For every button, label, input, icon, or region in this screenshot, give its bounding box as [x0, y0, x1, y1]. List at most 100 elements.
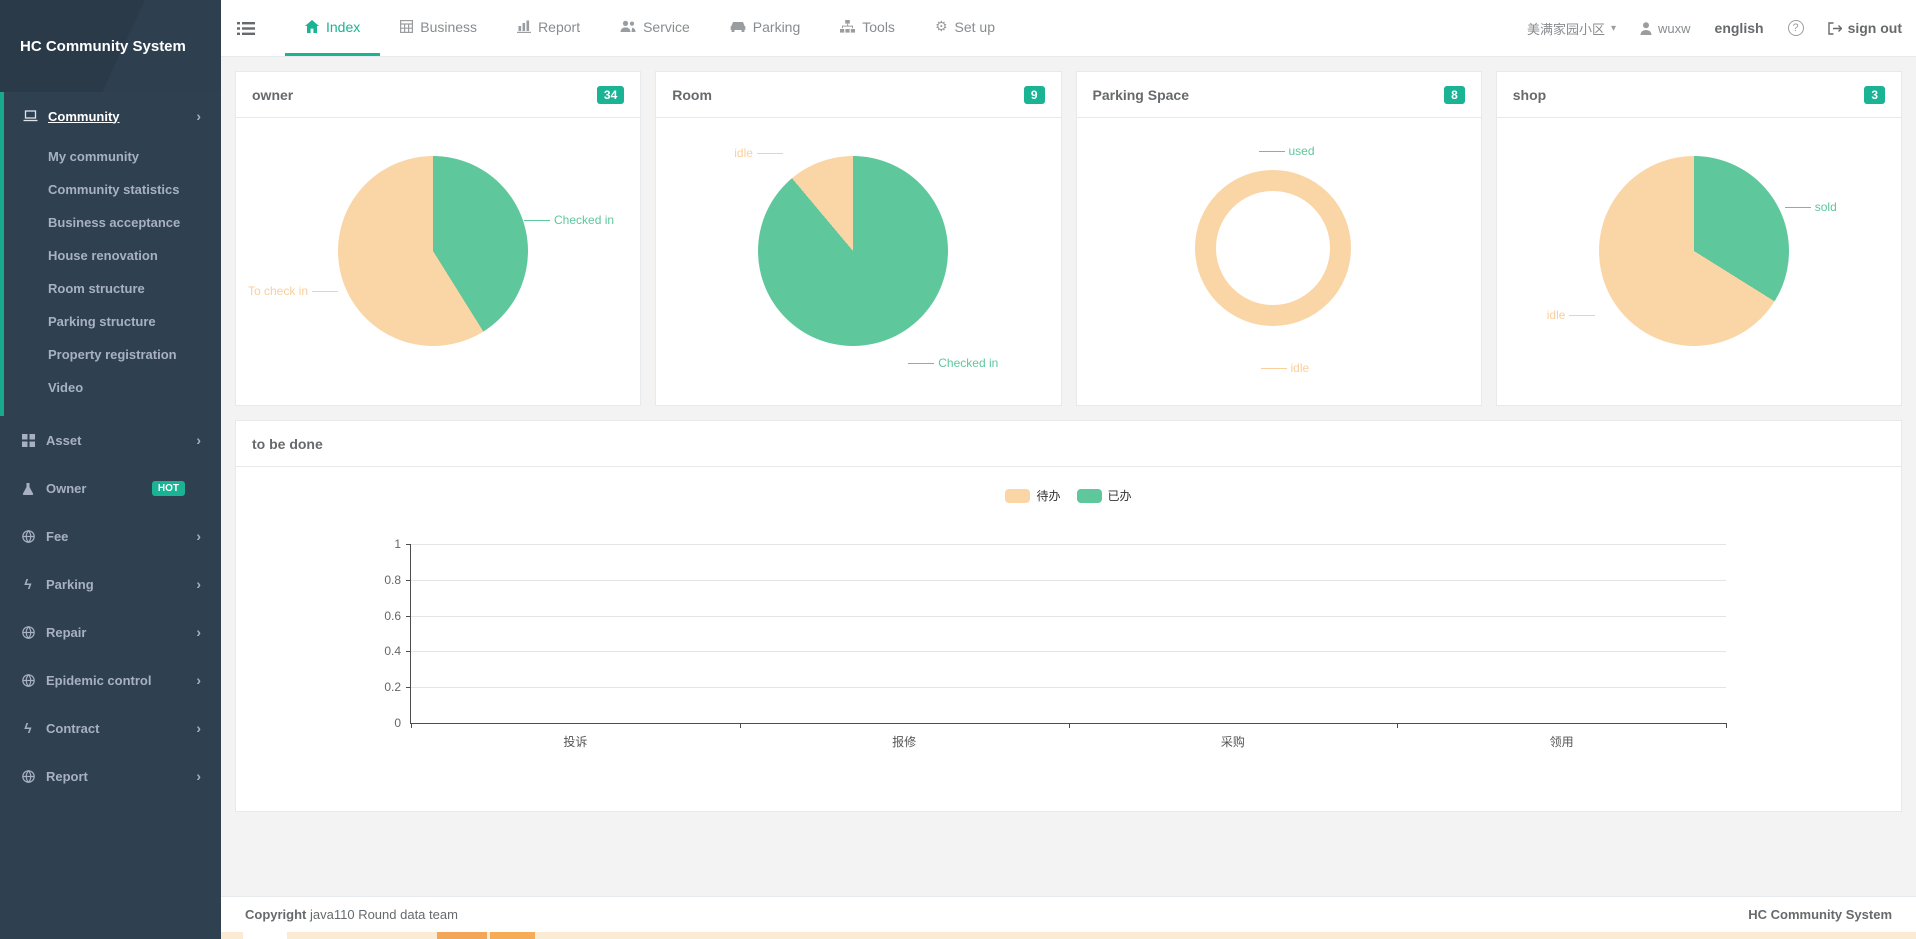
sign-out-icon: [1828, 22, 1842, 35]
footer: Copyright java110 Round data team HC Com…: [221, 896, 1916, 932]
pie-room[interactable]: [758, 156, 948, 346]
tab-parking[interactable]: Parking: [710, 0, 820, 56]
language-switch[interactable]: english: [1715, 20, 1764, 36]
sidebar-subitem-house-renovation[interactable]: House renovation: [4, 239, 221, 272]
sidebar-item-repair[interactable]: Repair ›: [0, 608, 221, 656]
pie-label-idle: idle: [734, 146, 783, 160]
pie-label-idle: idle: [1547, 308, 1596, 322]
donut-label-used: used: [1259, 144, 1315, 158]
username: wuxw: [1658, 21, 1691, 36]
tab-set-up[interactable]: ⚙ Set up: [915, 0, 1015, 56]
tab-tools[interactable]: Tools: [820, 0, 915, 56]
panel-header: to be done: [236, 421, 1901, 467]
tab-label: Parking: [753, 19, 800, 35]
user-menu[interactable]: wuxw: [1640, 21, 1691, 36]
caret-down-icon: ▾: [1611, 23, 1616, 34]
tab-label: Report: [538, 19, 580, 35]
todo-panel: to be done 待办 已办: [235, 420, 1902, 812]
tab-label: Set up: [955, 19, 995, 35]
sidebar-item-epidemic-control[interactable]: Epidemic control ›: [0, 656, 221, 704]
tab-label: Business: [420, 19, 477, 35]
card-header: Parking Space 8: [1077, 72, 1481, 118]
tab-report[interactable]: Report: [497, 0, 600, 56]
sidebar-item-parking[interactable]: ϟ Parking ›: [0, 560, 221, 608]
sign-out-button[interactable]: sign out: [1828, 20, 1902, 36]
sidebar-item-community[interactable]: Community ›: [4, 92, 221, 140]
sidebar-item-label: Community: [48, 109, 120, 124]
count-badge: 9: [1024, 86, 1045, 104]
label-line: [524, 220, 550, 221]
community-submenu: My community Community statistics Busine…: [4, 140, 221, 404]
parking-donut-chart: used idle: [1077, 118, 1481, 405]
sidebar-subitem-business-acceptance[interactable]: Business acceptance: [4, 206, 221, 239]
copyright-label: Copyright: [245, 907, 306, 922]
main-area: Index Business: [221, 0, 1916, 939]
app-window: HC Community System Community › My commu…: [0, 0, 1916, 939]
sidebar-subitem-room-structure[interactable]: Room structure: [4, 272, 221, 305]
donut-parking[interactable]: [1195, 170, 1351, 326]
user-icon: [1640, 22, 1652, 35]
sidebar-item-owner[interactable]: Owner HOT: [0, 464, 221, 512]
sidebar-item-report[interactable]: Report ›: [0, 752, 221, 800]
pie-owner[interactable]: [338, 156, 528, 346]
sidebar-item-contract[interactable]: ϟ Contract ›: [0, 704, 221, 752]
card-owner: owner 34 Checked in To check in: [235, 71, 641, 406]
community-selector[interactable]: 美满家园小区 ▾: [1527, 19, 1616, 38]
legend-swatch-green: [1077, 489, 1102, 503]
card-header: Room 9: [656, 72, 1060, 118]
tab-label: Tools: [862, 19, 895, 35]
sidebar-item-asset[interactable]: Asset ›: [0, 416, 221, 464]
x-tick-mark: [1069, 723, 1070, 728]
y-axis-tick: 0.8: [384, 573, 401, 587]
app-brand: HC Community System: [0, 0, 221, 92]
users-icon: [620, 20, 636, 33]
sidebar-item-label: Epidemic control: [46, 673, 151, 688]
chart-legend: 待办 已办: [236, 487, 1901, 504]
legend-swatch-orange: [1005, 489, 1030, 503]
menu-toggle-icon[interactable]: [237, 21, 255, 36]
chevron-right-icon: ›: [196, 769, 201, 783]
count-badge: 34: [597, 86, 624, 104]
globe-icon: [18, 626, 38, 639]
y-axis-tick: 0.2: [384, 680, 401, 694]
tab-index[interactable]: Index: [285, 0, 380, 56]
y-axis-tick: 1: [394, 537, 401, 551]
chevron-right-icon: ›: [196, 673, 201, 687]
y-tick-mark: [406, 651, 411, 652]
sidebar-subitem-parking-structure[interactable]: Parking structure: [4, 305, 221, 338]
chevron-right-icon: ›: [196, 433, 201, 447]
card-header: shop 3: [1497, 72, 1901, 118]
plot-area: 1 0.8 0.6 0.4 0.2 0: [410, 544, 1726, 724]
legend-item-pending[interactable]: 待办: [1005, 487, 1060, 504]
card-parking-space: Parking Space 8 used idle: [1076, 71, 1482, 406]
gridline: [411, 687, 1726, 688]
label-line: [757, 153, 783, 154]
sidebar-subitem-property-registration[interactable]: Property registration: [4, 338, 221, 371]
tab-service[interactable]: Service: [600, 0, 710, 56]
summary-cards: owner 34 Checked in To check in: [235, 71, 1902, 406]
chevron-right-icon: ›: [196, 577, 201, 591]
legend-label: 已办: [1108, 487, 1132, 504]
sidebar-item-fee[interactable]: Fee ›: [0, 512, 221, 560]
sidebar-subitem-community-statistics[interactable]: Community statistics: [4, 173, 221, 206]
label-line: [1785, 207, 1811, 208]
sidebar-subitem-video[interactable]: Video: [4, 371, 221, 404]
legend-label: 待办: [1036, 487, 1060, 504]
donut-label-idle: idle: [1261, 361, 1310, 375]
bar-chart-icon: [517, 20, 531, 33]
sidebar-item-label: Asset: [46, 433, 81, 448]
label-line: [1569, 315, 1595, 316]
y-axis-tick: 0.4: [384, 644, 401, 658]
tab-business[interactable]: Business: [380, 0, 497, 56]
help-icon[interactable]: ?: [1788, 20, 1804, 36]
sidebar-group-community: Community › My community Community stati…: [0, 92, 221, 416]
room-pie-chart: idle Checked in: [656, 118, 1060, 405]
pie-shop[interactable]: [1599, 156, 1789, 346]
sidebar-subitem-my-community[interactable]: My community: [4, 140, 221, 173]
sitemap-icon: [840, 20, 855, 33]
sidebar-item-label: Contract: [46, 721, 99, 736]
x-category-label: 报修: [892, 733, 916, 750]
legend-item-done[interactable]: 已办: [1077, 487, 1132, 504]
footer-brand: HC Community System: [1748, 907, 1892, 922]
todo-bar-chart: 待办 已办 1 0.8: [236, 467, 1901, 811]
